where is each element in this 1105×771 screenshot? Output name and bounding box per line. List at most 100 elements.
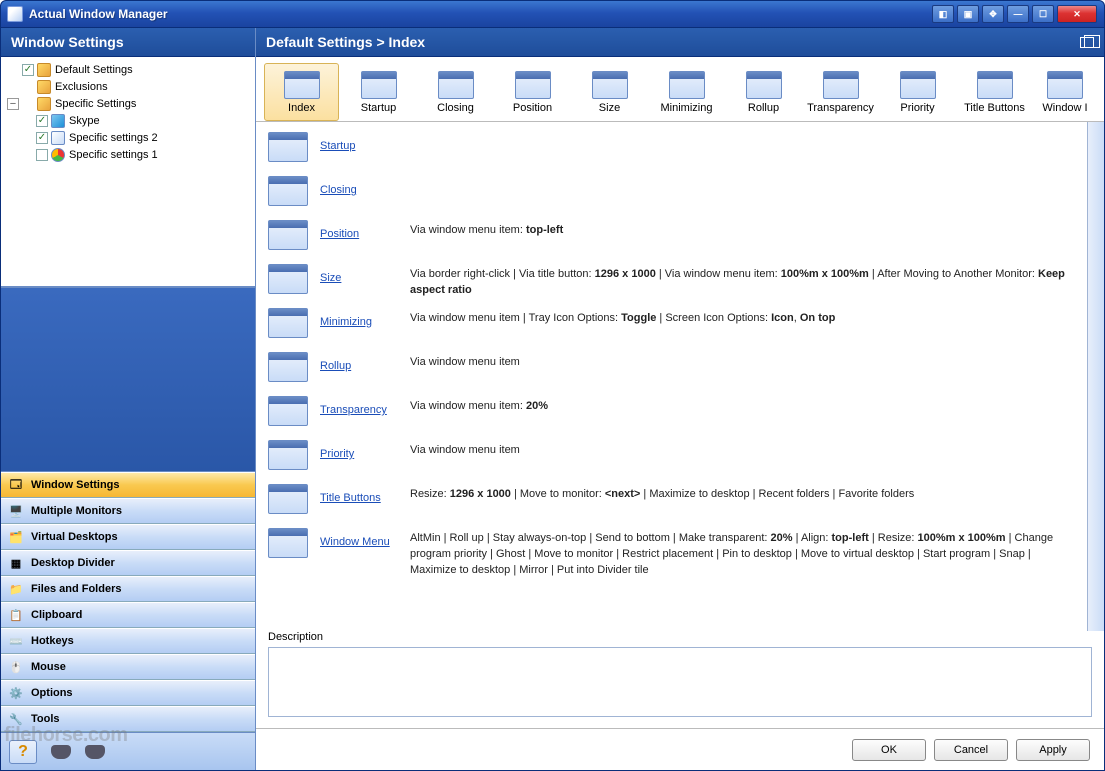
- tb-minimizing[interactable]: Minimizing: [649, 63, 724, 121]
- checkbox-icon[interactable]: ✓: [36, 115, 48, 127]
- row-rollup: Rollup Via window menu item: [268, 352, 1075, 386]
- button-row: OK Cancel Apply: [256, 728, 1104, 770]
- tools-icon: 🔧: [7, 711, 25, 727]
- tree-label: Exclusions: [55, 81, 108, 93]
- tree-label: Default Settings: [55, 64, 133, 76]
- skype-icon: [51, 114, 65, 128]
- nav-multiple-monitors[interactable]: 🖥️Multiple Monitors: [1, 498, 255, 524]
- tb-startup[interactable]: Startup: [341, 63, 416, 121]
- extra-button-1[interactable]: ◧: [932, 5, 954, 23]
- titlebar: Actual Window Manager ◧ ▣ ✥ — ☐ ✕: [0, 0, 1105, 28]
- hat-icon-2[interactable]: [85, 745, 105, 759]
- description-label: Description: [268, 631, 1092, 643]
- extra-button-3[interactable]: ✥: [982, 5, 1004, 23]
- minimizing-icon: [268, 308, 308, 338]
- tree-default-settings[interactable]: ✓ Default Settings: [3, 61, 253, 78]
- link-position[interactable]: Position: [320, 220, 410, 240]
- options-icon: ⚙️: [7, 685, 25, 701]
- nav-virtual-desktops[interactable]: 🗂️Virtual Desktops: [1, 524, 255, 550]
- position-icon: [268, 220, 308, 250]
- tree-label: Specific Settings: [55, 98, 136, 110]
- mouse-icon: 🖱️: [7, 659, 25, 675]
- nav-tools[interactable]: 🔧Tools: [1, 706, 255, 732]
- nav-mouse[interactable]: 🖱️Mouse: [1, 654, 255, 680]
- scrollbar[interactable]: [1087, 122, 1104, 631]
- checkbox-icon[interactable]: ✓: [22, 64, 34, 76]
- help-icon[interactable]: ?: [9, 740, 37, 764]
- window-settings-icon: 🗔: [7, 477, 25, 493]
- toolbar: Index Startup Closing Position Size Mini…: [256, 57, 1104, 122]
- client-area: Window Settings ✓ Default Settings Exclu…: [0, 28, 1105, 771]
- nav-options[interactable]: ⚙️Options: [1, 680, 255, 706]
- text-position: Via window menu item: top-left: [410, 220, 1075, 238]
- left-bottom-strip: ?: [1, 732, 255, 770]
- hat-icon-1[interactable]: [51, 745, 71, 759]
- tb-position[interactable]: Position: [495, 63, 570, 121]
- maximize-button[interactable]: ☐: [1032, 5, 1054, 23]
- tb-index[interactable]: Index: [264, 63, 339, 121]
- tb-size[interactable]: Size: [572, 63, 647, 121]
- ok-button[interactable]: OK: [852, 739, 926, 761]
- link-title-buttons[interactable]: Title Buttons: [320, 484, 410, 504]
- checkbox-icon[interactable]: ✓: [36, 132, 48, 144]
- cancel-button[interactable]: Cancel: [934, 739, 1008, 761]
- row-window-menu: Window Menu AltMin | Roll up | Stay alwa…: [268, 528, 1075, 578]
- row-startup: Startup: [268, 132, 1075, 166]
- description-field[interactable]: [268, 647, 1092, 717]
- text-startup: [410, 132, 1075, 134]
- panel-splitter[interactable]: [1, 287, 255, 472]
- link-transparency[interactable]: Transparency: [320, 396, 410, 416]
- link-startup[interactable]: Startup: [320, 132, 410, 152]
- row-title-buttons: Title Buttons Resize: 1296 x 1000 | Move…: [268, 484, 1075, 518]
- window-controls: — ☐ ✕: [1007, 5, 1097, 23]
- nav-desktop-divider[interactable]: ▦Desktop Divider: [1, 550, 255, 576]
- tree-label: Specific settings 2: [69, 132, 158, 144]
- folder-icon: [37, 80, 51, 94]
- settings-tree[interactable]: ✓ Default Settings Exclusions − Specific…: [1, 57, 255, 287]
- startup-icon: [268, 132, 308, 162]
- tree-skype[interactable]: ✓ Skype: [3, 112, 253, 129]
- link-priority[interactable]: Priority: [320, 440, 410, 460]
- tb-priority[interactable]: Priority: [880, 63, 955, 121]
- minimize-button[interactable]: —: [1007, 5, 1029, 23]
- right-panel: Default Settings > Index Index Startup C…: [256, 28, 1104, 770]
- apply-button[interactable]: Apply: [1016, 739, 1090, 761]
- text-rollup: Via window menu item: [410, 352, 1075, 370]
- link-closing[interactable]: Closing: [320, 176, 410, 196]
- collapse-icon[interactable]: −: [7, 98, 19, 110]
- link-window-menu[interactable]: Window Menu: [320, 528, 410, 548]
- size-icon: [268, 264, 308, 294]
- tb-window-menu[interactable]: Window I: [1034, 63, 1096, 121]
- cascade-icon[interactable]: [1080, 37, 1094, 48]
- tree-specific-2[interactable]: ✓ Specific settings 2: [3, 129, 253, 146]
- tb-closing[interactable]: Closing: [418, 63, 493, 121]
- extra-button-2[interactable]: ▣: [957, 5, 979, 23]
- link-minimizing[interactable]: Minimizing: [320, 308, 410, 328]
- tree-specific-settings[interactable]: − Specific Settings: [3, 95, 253, 112]
- tb-title-buttons[interactable]: Title Buttons: [957, 63, 1032, 121]
- text-transparency: Via window menu item: 20%: [410, 396, 1075, 414]
- row-minimizing: Minimizing Via window menu item | Tray I…: [268, 308, 1075, 342]
- titlebuttons-icon: [268, 484, 308, 514]
- tree-specific-1[interactable]: · Specific settings 1: [3, 146, 253, 163]
- link-size[interactable]: Size: [320, 264, 410, 284]
- nav-hotkeys[interactable]: ⌨️Hotkeys: [1, 628, 255, 654]
- nav-clipboard[interactable]: 📋Clipboard: [1, 602, 255, 628]
- folder-icon: 📁: [7, 581, 25, 597]
- window-icon: [51, 131, 65, 145]
- monitors-icon: 🖥️: [7, 503, 25, 519]
- nav-files-folders[interactable]: 📁Files and Folders: [1, 576, 255, 602]
- checkbox-icon[interactable]: ·: [36, 149, 48, 161]
- text-priority: Via window menu item: [410, 440, 1075, 458]
- chrome-icon: [51, 148, 65, 162]
- tb-rollup[interactable]: Rollup: [726, 63, 801, 121]
- position-icon: [515, 71, 551, 99]
- close-button[interactable]: ✕: [1057, 5, 1097, 23]
- tree-exclusions[interactable]: Exclusions: [3, 78, 253, 95]
- link-rollup[interactable]: Rollup: [320, 352, 410, 372]
- closing-icon: [438, 71, 474, 99]
- tb-transparency[interactable]: Transparency: [803, 63, 878, 121]
- folder-icon: [37, 97, 51, 111]
- nav-window-settings[interactable]: 🗔Window Settings: [1, 472, 255, 498]
- window-title: Actual Window Manager: [29, 7, 932, 21]
